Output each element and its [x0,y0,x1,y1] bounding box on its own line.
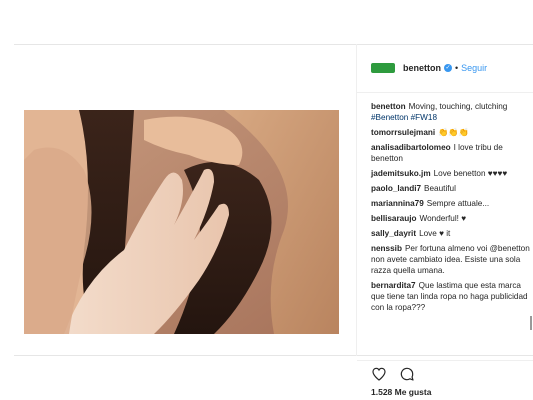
comment-username[interactable]: bellisaraujo [371,214,417,223]
separator-dot: • [455,63,459,73]
comment-item: mariannina79 Sempre attuale... [371,198,533,209]
comment-text: Moving, touching, clutching [408,102,508,111]
comment-item: tomorrsulejmani 👏👏👏 [371,127,533,138]
post-sidebar: benetton ✓ • Seguir benetton Moving, touc… [356,44,533,397]
scrollbar[interactable] [530,316,532,330]
comment-username[interactable]: bernardita7 [371,281,416,290]
comment-text: Wonderful! ♥ [419,214,467,223]
comment-username[interactable]: tomorrsulejmani [371,128,435,137]
comment-username[interactable]: analisadibartolomeo [371,143,451,152]
hashtags[interactable]: #Benetton #FW18 [371,113,437,122]
comment-text: Love ♥ it [419,229,451,238]
comment-text: Love benetton ♥♥♥♥ [433,169,508,178]
comment-username[interactable]: benetton [371,102,406,111]
hands-photo-illustration [24,110,339,334]
follow-button[interactable]: Seguir [461,63,487,73]
comment-item: analisadibartolomeo I love tribu de benet… [371,142,533,164]
brand-logo[interactable] [371,63,395,73]
comment-item: nenssib Per fortuna almeno voi @benetton … [371,243,533,276]
comment-username[interactable]: mariannina79 [371,199,424,208]
comment-username[interactable]: jademitsuko.jm [371,169,431,178]
comment-item: paolo_landi7 Beautiful [371,183,533,194]
comment-username[interactable]: nenssib [371,244,402,253]
username[interactable]: benetton [403,63,441,73]
comment-item: bernardita7 Que lastima que esta marca qu… [371,280,533,313]
header-divider [357,92,533,93]
likes-count[interactable]: 1.528 Me gusta [371,387,431,397]
caption: benetton Moving, touching, clutching #Ben… [371,101,533,123]
comment-item: sally_dayrit Love ♥ it [371,228,533,239]
actions-divider [357,360,533,361]
post-header: benetton ✓ • Seguir [371,58,487,78]
comment-text: Sempre attuale... [426,199,490,208]
comment-text: 👏👏👏 [438,128,469,137]
action-bar [371,366,533,382]
comment-text: Beautiful [424,184,456,193]
comment-username[interactable]: paolo_landi7 [371,184,421,193]
comment-item: jademitsuko.jm Love benetton ♥♥♥♥ [371,168,533,179]
comment-item: bellisaraujo Wonderful! ♥ [371,213,533,224]
heart-icon[interactable] [371,366,387,382]
verified-badge-icon: ✓ [444,64,452,72]
comment-username[interactable]: sally_dayrit [371,229,416,238]
comments-list: benetton Moving, touching, clutching #Ben… [371,101,533,317]
comment-bubble-icon[interactable] [399,366,415,382]
post-photo[interactable] [24,110,339,334]
